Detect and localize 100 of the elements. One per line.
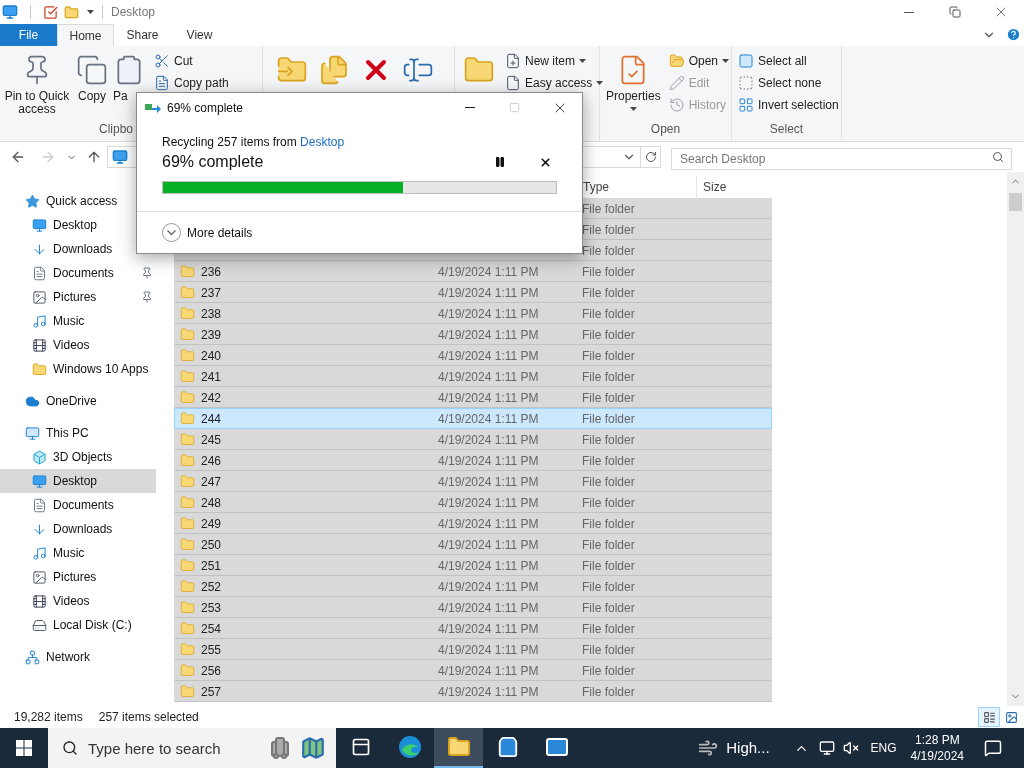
file-row[interactable]: 253 4/19/2024 1:11 PM File folder — [174, 597, 772, 618]
taskbar-app[interactable] — [434, 728, 483, 768]
ribbon-button[interactable]: Easy access — [503, 72, 606, 94]
nav-item[interactable]: Music — [0, 309, 156, 333]
nav-item[interactable]: Documents — [0, 261, 156, 285]
nav-item[interactable]: Pictures — [0, 285, 156, 309]
nav-item[interactable]: 3D Objects — [0, 445, 156, 469]
music-icon — [32, 545, 47, 561]
caret-icon — [596, 81, 604, 85]
nav-item[interactable]: Network — [0, 645, 156, 669]
file-row[interactable]: 256 4/19/2024 1:11 PM File folder — [174, 660, 772, 681]
ribbon-button[interactable]: Invert selection — [736, 94, 841, 116]
nav-item[interactable]: OneDrive — [0, 389, 156, 413]
file-name: 255 — [201, 641, 222, 658]
file-tab[interactable]: File — [0, 24, 57, 46]
source-link[interactable]: Desktop — [300, 135, 345, 149]
ribbon-button[interactable]: Copy path — [152, 72, 231, 94]
file-row[interactable]: 251 4/19/2024 1:11 PM File folder — [174, 555, 772, 576]
refresh-button[interactable] — [641, 146, 661, 168]
ribbon-tab[interactable]: Share — [114, 24, 171, 46]
scrollbar[interactable] — [1007, 172, 1024, 706]
help-icon[interactable] — [1006, 27, 1021, 42]
file-row[interactable]: 257 4/19/2024 1:11 PM File folder — [174, 681, 772, 702]
file-name: 240 — [201, 347, 222, 364]
file-row[interactable]: 244 4/19/2024 1:11 PM File folder — [174, 408, 772, 429]
file-row[interactable]: 255 4/19/2024 1:11 PM File folder — [174, 639, 772, 660]
grid-icon — [738, 97, 754, 113]
network-icon — [25, 649, 40, 665]
nav-item[interactable]: Pictures — [0, 565, 156, 589]
file-row[interactable]: 241 4/19/2024 1:11 PM File folder — [174, 366, 772, 387]
folder-icon — [180, 579, 195, 594]
taskbar-search-field[interactable]: Type here to search — [48, 728, 336, 768]
nav-item[interactable]: Desktop — [0, 213, 156, 237]
ribbon-tab[interactable]: View — [171, 24, 228, 46]
file-row[interactable]: 237 4/19/2024 1:11 PM File folder — [174, 282, 772, 303]
clock[interactable]: 1:28 PM 4/19/2024 — [906, 732, 968, 764]
file-row[interactable]: 245 4/19/2024 1:11 PM File folder — [174, 429, 772, 450]
nav-item[interactable]: Downloads — [0, 517, 156, 541]
date-modified: 4/19/2024 1:11 PM — [438, 348, 539, 363]
ribbon-tab[interactable]: Home — [57, 24, 114, 46]
nav-item[interactable]: Local Disk (C:) — [0, 613, 156, 637]
file-name: 248 — [201, 494, 222, 511]
nav-item[interactable]: Music — [0, 541, 156, 565]
expand-chevron-icon — [162, 223, 181, 242]
caret-icon — [579, 59, 586, 63]
date-modified: 4/19/2024 1:11 PM — [438, 411, 539, 426]
folder-icon — [180, 516, 195, 531]
file-row[interactable]: 238 4/19/2024 1:11 PM File folder — [174, 303, 772, 324]
ribbon-button[interactable]: Copy — [72, 48, 112, 107]
file-row[interactable]: 242 4/19/2024 1:11 PM File folder — [174, 387, 772, 408]
file-row[interactable]: 249 4/19/2024 1:11 PM File folder — [174, 513, 772, 534]
nav-item[interactable]: Videos — [0, 333, 156, 357]
dialog-title: 69% complete — [167, 99, 244, 116]
weather-button[interactable]: High... — [692, 728, 776, 768]
nav-item[interactable]: Videos — [0, 589, 156, 613]
scrollbar-thumb[interactable] — [1009, 193, 1022, 211]
language-indicator[interactable]: ENG — [870, 740, 897, 756]
file-row[interactable]: 248 4/19/2024 1:11 PM File folder — [174, 492, 772, 513]
file-row[interactable]: 254 4/19/2024 1:11 PM File folder — [174, 618, 772, 639]
ribbon-button[interactable]: New item — [503, 50, 606, 72]
ribbon-button[interactable]: Properties — [604, 48, 663, 115]
nav-item[interactable]: Desktop — [0, 469, 156, 493]
nav-item[interactable]: Windows 10 Apps — [0, 357, 156, 381]
notifications-icon[interactable] — [984, 739, 1002, 757]
pencil-icon — [668, 75, 685, 91]
file-row[interactable]: 247 4/19/2024 1:11 PM File folder — [174, 471, 772, 492]
folder-icon — [180, 453, 195, 468]
more-details-button[interactable]: More details — [162, 223, 253, 242]
file-row[interactable]: 252 4/19/2024 1:11 PM File folder — [174, 576, 772, 597]
download-icon — [32, 241, 47, 257]
caret-icon — [87, 10, 94, 14]
nav-item[interactable]: Downloads — [0, 237, 156, 261]
ribbon-button[interactable]: Pa — [112, 48, 152, 107]
scissors-icon — [154, 53, 170, 69]
volume-muted-icon[interactable] — [842, 740, 859, 756]
ribbon-button[interactable]: Open — [666, 50, 731, 72]
details-view-button[interactable] — [978, 707, 1000, 727]
file-row[interactable]: 246 4/19/2024 1:11 PM File folder — [174, 450, 772, 471]
up-icon[interactable] — [86, 149, 102, 165]
ribbon-button[interactable]: Pin to Quick access — [2, 48, 72, 120]
date-modified: 4/19/2024 1:11 PM — [438, 495, 539, 510]
date-modified: 4/19/2024 1:11 PM — [438, 642, 539, 657]
file-type: File folder — [582, 579, 635, 594]
back-icon[interactable] — [10, 149, 26, 165]
ribbon-button[interactable]: Select none — [736, 72, 841, 94]
network-icon[interactable] — [818, 740, 835, 756]
ribbon-button[interactable]: Select all — [736, 50, 841, 72]
file-row[interactable]: 236 4/19/2024 1:11 PM File folder — [174, 261, 772, 282]
file-row[interactable]: 239 4/19/2024 1:11 PM File folder — [174, 324, 772, 345]
nav-item[interactable]: Documents — [0, 493, 156, 517]
search-field[interactable]: Search Desktop — [671, 148, 1012, 170]
file-name: 239 — [201, 326, 222, 343]
file-name: 242 — [201, 389, 222, 406]
progress-heading: 69% complete — [162, 152, 264, 172]
file-row[interactable]: 250 4/19/2024 1:11 PM File folder — [174, 534, 772, 555]
nav-item[interactable]: This PC — [0, 421, 156, 445]
nav-item[interactable]: Quick access — [0, 189, 156, 213]
film-icon — [32, 593, 47, 609]
ribbon-button[interactable]: Cut — [152, 50, 231, 72]
file-row[interactable]: 240 4/19/2024 1:11 PM File folder — [174, 345, 772, 366]
